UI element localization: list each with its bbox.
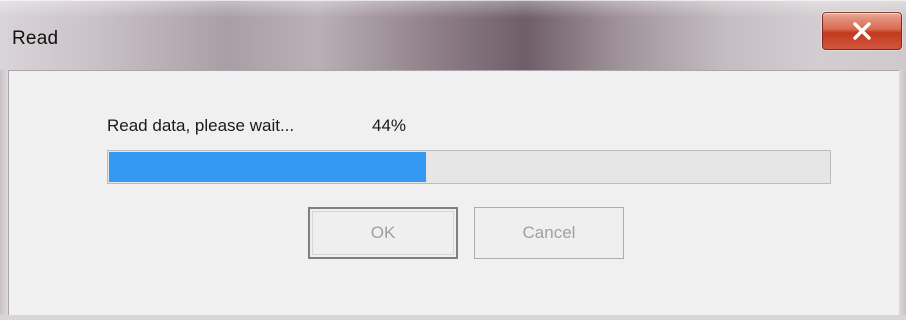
ok-button[interactable]: OK: [308, 207, 458, 259]
status-text: Read data, please wait...: [107, 116, 295, 135]
window-title: Read: [12, 28, 59, 49]
window-frame-left: [0, 70, 8, 320]
progress-bar: [107, 150, 831, 184]
ok-button-label: OK: [370, 223, 396, 242]
progress-bar-fill: [109, 152, 426, 182]
progress-percent-label: 44%: [372, 116, 407, 135]
window-frame-right: [899, 70, 906, 320]
close-button[interactable]: [822, 12, 902, 50]
title-bar[interactable]: Read: [0, 0, 906, 70]
cancel-button[interactable]: Cancel: [474, 207, 624, 259]
dialog-body: [8, 70, 899, 315]
dialog-window: Read Read data, please wait... 44% OK Ca…: [0, 0, 906, 320]
window-frame-bottom: [0, 315, 906, 320]
close-icon: [852, 22, 872, 40]
cancel-button-label: Cancel: [522, 223, 576, 242]
